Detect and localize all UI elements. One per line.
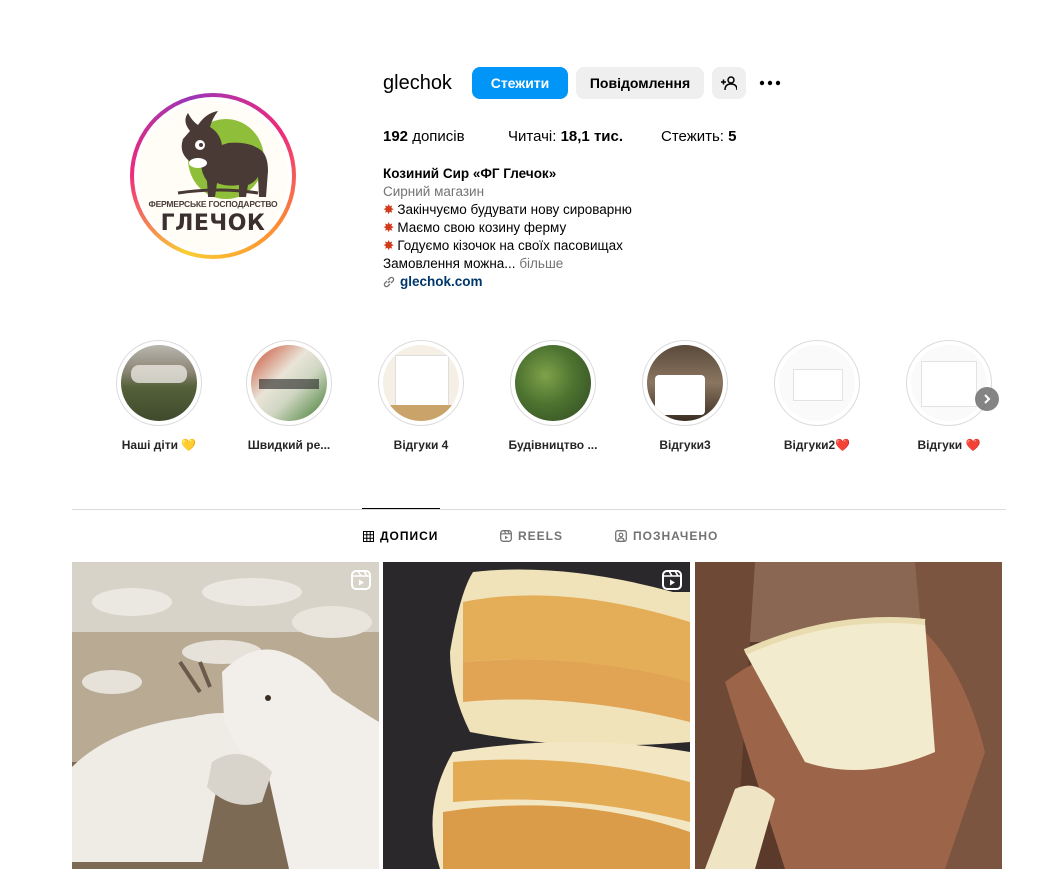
burst-icon: ✸	[383, 220, 395, 235]
highlight-cover	[383, 345, 459, 421]
highlight-label: Будівництво ...	[508, 438, 598, 452]
tabs-divider	[72, 509, 1006, 510]
reels-icon	[351, 570, 371, 590]
highlight-label: Відгуки ❤️	[917, 438, 981, 452]
post-goats-reel[interactable]	[72, 562, 379, 869]
bio-truncated: Замовлення можна... більше	[383, 256, 563, 271]
burst-icon: ✸	[383, 238, 395, 253]
cheese-on-wood-image	[695, 562, 1002, 869]
highlight-cover	[515, 345, 591, 421]
avatar-small-text: ФЕРМЕРСЬКЕ ГОСПОДАРСТВО	[148, 199, 278, 209]
bio-name: Козиний Сир «ФГ Глечок»	[383, 166, 557, 181]
bio-truncated-text: Замовлення можна...	[383, 256, 516, 271]
following-label: Стежить:	[661, 128, 729, 145]
post-grilled-cheese-reel[interactable]	[383, 562, 690, 869]
highlight-cover	[647, 345, 723, 421]
tab-label: REELS	[518, 529, 564, 543]
tab-posts[interactable]: ДОПИСИ	[363, 529, 438, 543]
chevron-right-icon	[984, 394, 991, 404]
bio-line: ✸ Закінчуємо будувати нову сироварню	[383, 202, 632, 218]
more-options-icon	[759, 80, 781, 86]
following-value: 5	[728, 128, 737, 145]
followers-value: 18,1 тис.	[560, 128, 624, 145]
active-tab-indicator	[362, 508, 440, 509]
bio-link[interactable]: glechok.com	[383, 274, 483, 289]
profile-avatar[interactable]: ФЕРМЕРСЬКЕ ГОСПОДАРСТВО ГЛЕЧОК	[130, 93, 296, 259]
highlight-budivnytstvo[interactable]	[510, 340, 596, 426]
followers-count[interactable]: Читачі: 18,1 тис.	[508, 128, 623, 145]
following-count[interactable]: Стежить: 5	[661, 128, 737, 145]
more-options-button[interactable]	[754, 67, 786, 99]
avatar-big-text: ГЛЕЧОК	[160, 211, 266, 236]
highlight-cover	[779, 345, 855, 421]
post-cheese-on-wood[interactable]	[695, 562, 1002, 869]
avatar-logo: ФЕРМЕРСЬКЕ ГОСПОДАРСТВО ГЛЕЧОК	[138, 101, 288, 251]
bio-category: Сирний магазин	[383, 184, 485, 199]
add-person-icon	[721, 76, 737, 91]
highlight-vidguky2[interactable]	[774, 340, 860, 426]
highlight-label: Відгуки3	[659, 438, 711, 452]
tab-label: ПОЗНАЧЕНО	[633, 529, 719, 543]
tab-tagged[interactable]: ПОЗНАЧЕНО	[615, 529, 718, 543]
link-icon	[383, 276, 395, 287]
highlight-vidguky3[interactable]	[642, 340, 728, 426]
goats-image	[72, 562, 379, 869]
bio-line-text: Закінчуємо будувати нову сироварню	[397, 202, 632, 217]
highlights-next-button[interactable]	[975, 387, 999, 411]
highlight-label: Наші діти 💛	[121, 438, 197, 452]
burst-icon: ✸	[383, 202, 395, 217]
tab-label: ДОПИСИ	[380, 529, 439, 543]
highlight-label: Швидкий ре...	[247, 438, 331, 452]
highlight-label: Відгуки 4	[393, 438, 449, 452]
bio-more-button[interactable]: більше	[516, 256, 563, 271]
highlight-shvydkyi[interactable]	[246, 340, 332, 426]
posts-count: 192 дописів	[383, 128, 465, 145]
posts-count-value: 192	[383, 128, 409, 145]
tagged-icon	[615, 530, 627, 542]
bio-line: ✸ Маємо свою козину ферму	[383, 220, 566, 236]
reels-icon	[500, 530, 512, 542]
grid-icon	[363, 530, 374, 542]
highlight-vidguky[interactable]	[906, 340, 992, 426]
bio-link-text: glechok.com	[400, 274, 483, 289]
highlight-cover	[911, 345, 987, 421]
posts-count-label: дописів	[408, 128, 465, 145]
highlight-vidguky-4[interactable]	[378, 340, 464, 426]
highlight-cover	[251, 345, 327, 421]
grilled-cheese-image	[383, 562, 690, 869]
message-button[interactable]: Повідомлення	[576, 67, 704, 99]
tab-reels[interactable]: REELS	[500, 529, 563, 543]
follow-button[interactable]: Стежити	[472, 67, 568, 99]
profile-username: glechok	[383, 72, 452, 94]
followers-label: Читачі:	[508, 128, 561, 145]
highlight-nashi-dity[interactable]	[116, 340, 202, 426]
bio-line-text: Годуємо кізочок на своїх пасовищах	[397, 238, 623, 253]
reels-icon	[662, 570, 682, 590]
suggest-accounts-button[interactable]	[712, 67, 746, 99]
highlight-label: Відгуки2❤️	[783, 438, 851, 452]
bio-line: ✸ Годуємо кізочок на своїх пасовищах	[383, 238, 623, 254]
highlight-cover	[121, 345, 197, 421]
bio-line-text: Маємо свою козину ферму	[397, 220, 567, 235]
